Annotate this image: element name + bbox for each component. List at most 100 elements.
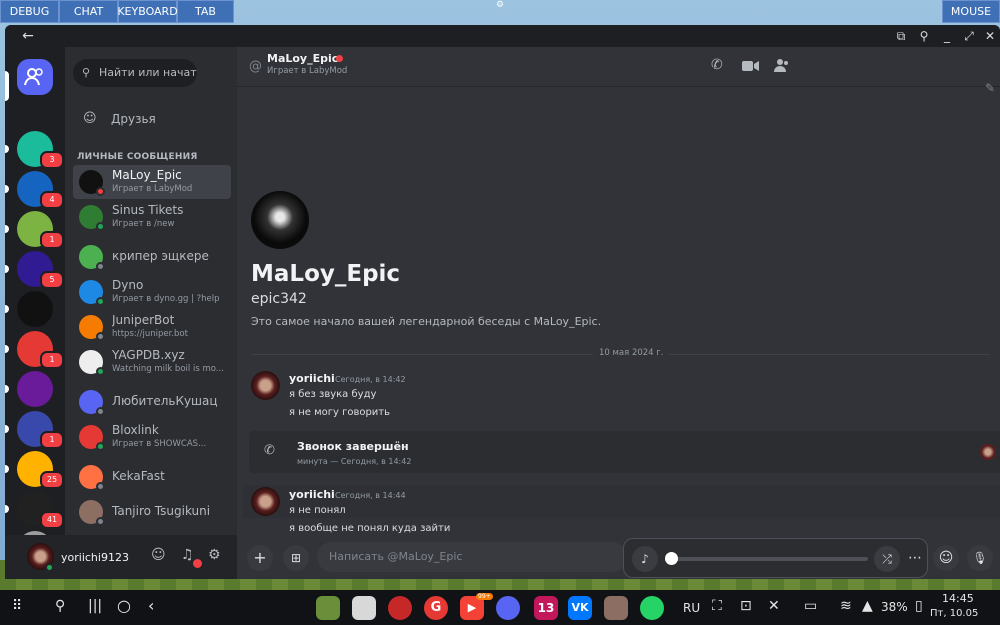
user-profile-icon[interactable]	[774, 58, 790, 73]
screenshot-icon[interactable]: ⛶	[712, 598, 722, 614]
channel-header: @ MaLoy_Epic Играет в LabyMod ✆ ✎	[237, 47, 1000, 95]
title-bar: ← ⧉ ⚲ _ ⤢ ✕	[5, 25, 1000, 47]
username[interactable]: yoriichi9123	[61, 551, 129, 564]
search-input[interactable]: ⚲ Найти или начать б	[73, 59, 197, 87]
debug-button[interactable]: DEBUG	[0, 0, 59, 23]
dm-item[interactable]: Sinus Tikets Играет в /new	[73, 200, 231, 234]
dm-item[interactable]: KekaFast	[73, 460, 231, 494]
mouse-button[interactable]: MOUSE	[942, 0, 1000, 23]
dm-home-button[interactable]	[17, 59, 53, 95]
dm-item[interactable]: Bloxlink Играет в SHOWCAS...	[73, 420, 231, 454]
chat-button[interactable]: CHAT	[59, 0, 118, 23]
server-mention-badge: 1	[40, 351, 64, 369]
gift-icon[interactable]: ⊞	[283, 545, 309, 571]
dm-item[interactable]: MaLoy_Epic Играет в LabyMod	[73, 165, 231, 199]
13-app-icon[interactable]: 13	[534, 596, 558, 620]
tab-button[interactable]: TAB	[177, 0, 234, 23]
user-status	[45, 563, 54, 572]
server-mention-badge: 1	[40, 231, 64, 249]
intro-display-name: MaLoy_Epic	[251, 261, 401, 287]
server-icon[interactable]	[17, 291, 53, 327]
dm-status-indicator	[96, 517, 105, 526]
dm-name: крипер эщкере	[112, 249, 209, 263]
server-mention-badge: 5	[40, 271, 64, 289]
mute-icon[interactable]: ✕	[768, 598, 780, 614]
progress-knob[interactable]	[665, 552, 678, 565]
dm-item[interactable]: крипер эщкере	[73, 240, 231, 274]
video-call-icon[interactable]	[742, 60, 759, 72]
message-avatar[interactable]	[251, 371, 280, 400]
battery-icon: ▯	[915, 598, 923, 614]
settings-gear-icon[interactable]: ⚙	[208, 547, 221, 563]
whatsapp-app-icon[interactable]	[640, 596, 664, 620]
intro-username: epic342	[251, 291, 307, 307]
search-placeholder: Найти или начать б	[99, 66, 197, 79]
dm-item[interactable]: JuniperBot https://juniper.bot	[73, 310, 231, 344]
dm-status-indicator	[96, 187, 105, 196]
message-input[interactable]: Написать @MaLoy_Epic	[317, 542, 627, 572]
user-area: yoriichi9123 ☺ ♫ ⚙	[5, 535, 237, 579]
app-grid-icon[interactable]: ⠿	[12, 598, 22, 614]
vk-app-icon[interactable]: VK	[568, 596, 592, 620]
friends-button[interactable]: ☺ Друзья	[73, 105, 229, 133]
game-app-icon[interactable]	[388, 596, 412, 620]
more-options-icon[interactable]: ⋯	[904, 547, 926, 571]
back-icon[interactable]: ‹	[148, 596, 154, 615]
message-text: я не понял	[289, 505, 346, 516]
message-author[interactable]: yoriichi	[289, 488, 335, 501]
call-ended-card: ✆ Звонок завершён минута — Сегодня, в 14…	[249, 431, 1000, 473]
profile-icon[interactable]: ☺	[151, 547, 166, 563]
dm-item[interactable]: YAGPDB.xyz Watching milk boil is mo...	[73, 345, 231, 379]
no-audio-icon[interactable]: ♪	[632, 546, 658, 572]
call-participant-avatar[interactable]	[980, 444, 996, 460]
dm-status-indicator	[96, 442, 105, 451]
roblox-app-icon[interactable]	[352, 596, 376, 620]
overlay-settings-icon[interactable]: ⚙	[493, 0, 507, 10]
taskbar-search-icon[interactable]: ⚲	[55, 598, 65, 614]
minimize-icon[interactable]: _	[939, 28, 955, 44]
microphone-icon[interactable]: 🎙	[967, 545, 993, 571]
message-text: я без звука буду	[289, 389, 377, 400]
dm-name: Bloxlink	[112, 423, 159, 437]
maximize-icon[interactable]: ⤢	[961, 28, 977, 44]
popup-view-icon[interactable]: ⧉	[893, 28, 909, 44]
dm-status-indicator	[96, 297, 105, 306]
home-icon[interactable]: ○	[117, 596, 131, 615]
discord-app-icon[interactable]	[496, 596, 520, 620]
pin-icon[interactable]: ⚲	[916, 28, 932, 44]
notifications-icon[interactable]: ▭	[804, 598, 817, 614]
dm-status-indicator	[96, 482, 105, 491]
server-icon[interactable]	[17, 371, 53, 407]
call-meta: минута — Сегодня, в 14:42	[297, 457, 412, 466]
shuffle-icon[interactable]: ⤮	[874, 546, 900, 572]
server-unread-pill	[5, 185, 9, 193]
dm-activity: Играет в /new	[112, 219, 175, 229]
voice-call-icon[interactable]: ✆	[711, 57, 723, 73]
emoji-button[interactable]: ☺	[933, 545, 959, 571]
message-avatar[interactable]	[251, 487, 280, 516]
minecraft-block-app-icon[interactable]	[604, 596, 628, 620]
minecraft-app-icon[interactable]	[316, 596, 340, 620]
friends-icon: ☺	[83, 111, 97, 126]
channel-name[interactable]: MaLoy_Epic	[267, 52, 338, 65]
close-icon[interactable]: ✕	[982, 28, 998, 44]
message-author[interactable]: yoriichi	[289, 372, 335, 385]
dm-activity: Играет в SHOWCAS...	[112, 439, 207, 449]
back-arrow-icon[interactable]: ←	[20, 28, 36, 44]
keyboard-language[interactable]: RU	[683, 601, 700, 615]
dm-item[interactable]: ЛюбительКушац	[73, 385, 231, 419]
dm-name: KekaFast	[112, 469, 165, 483]
google-app-icon[interactable]: G	[424, 596, 448, 620]
dm-activity: https://juniper.bot	[112, 329, 188, 339]
dm-status-indicator	[96, 407, 105, 416]
keyboard-button[interactable]: KEYBOARD	[117, 0, 178, 23]
notification-bell-icon[interactable]: ♫	[181, 547, 194, 563]
dm-item[interactable]: Dyno Играет в dyno.gg | ?help	[73, 275, 231, 309]
progress-track[interactable]	[671, 557, 868, 561]
add-attachment-button[interactable]: +	[247, 545, 273, 571]
chat-main: @ MaLoy_Epic Играет в LabyMod ✆ ✎ MaLoy_…	[237, 47, 1000, 579]
recents-icon[interactable]: |||	[88, 598, 102, 614]
edit-icon[interactable]: ✎	[985, 81, 995, 95]
screen-record-icon[interactable]: ⊡	[740, 598, 752, 614]
dm-item[interactable]: Tanjiro Tsugikuni	[73, 495, 231, 529]
